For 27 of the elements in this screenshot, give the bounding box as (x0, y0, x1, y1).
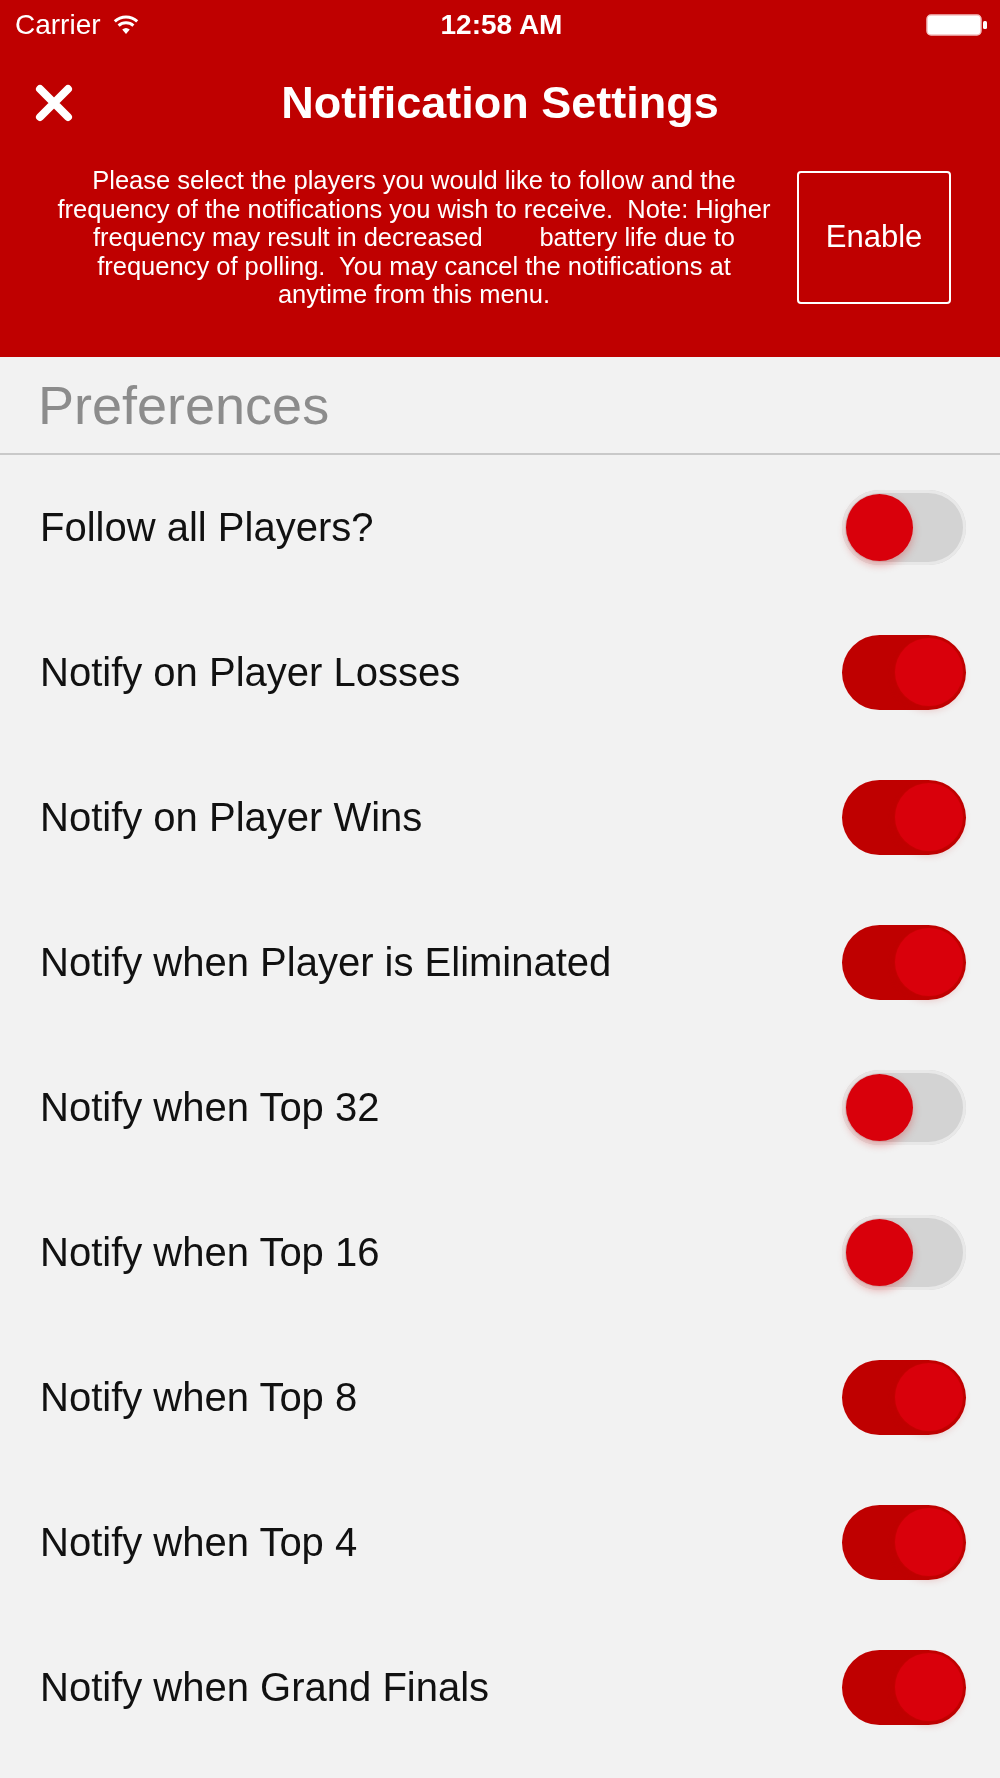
toggle-switch[interactable] (842, 634, 966, 710)
status-time: 12:58 AM (440, 9, 563, 41)
section-title: Preferences (38, 373, 330, 436)
toggle-switch[interactable] (842, 1214, 966, 1290)
toggle-switch[interactable] (842, 779, 966, 855)
setting-label: Notify when Top 4 (40, 1519, 358, 1565)
battery-icon (926, 14, 988, 36)
toggle-switch[interactable] (842, 1649, 966, 1725)
setting-label: Notify when Grand Finals (40, 1664, 490, 1710)
toggle-switch[interactable] (842, 1069, 966, 1145)
setting-label: Notify when Player is Eliminated (40, 939, 612, 985)
screen-title: Notification Settings (281, 77, 719, 128)
close-icon[interactable] (34, 82, 74, 123)
setting-label: Notify when Top 8 (40, 1374, 358, 1420)
setting-label: Follow all Players? (40, 504, 374, 550)
carrier-label: Carrier (15, 9, 101, 41)
toggle-switch[interactable] (842, 1504, 966, 1580)
wifi-icon (112, 15, 139, 35)
setting-label: Notify when Top 32 (40, 1084, 380, 1130)
setting-label: Notify on Player Wins (40, 794, 423, 840)
toggle-switch[interactable] (842, 489, 966, 565)
toggle-switch[interactable] (842, 1359, 966, 1435)
setting-label: Notify when Top 16 (40, 1229, 380, 1275)
enable-button[interactable]: Enable (797, 170, 951, 304)
description-text: Please select the players you would like to follow and the frequency of the notifications you wish to receive. Note: Higher frequency may result in decreased battery life due to frequency of polling. You may cancel the notifications at anytime from this menu. (56, 166, 772, 309)
toggle-switch[interactable] (842, 924, 966, 1000)
setting-label: Notify on Player Losses (40, 649, 461, 695)
